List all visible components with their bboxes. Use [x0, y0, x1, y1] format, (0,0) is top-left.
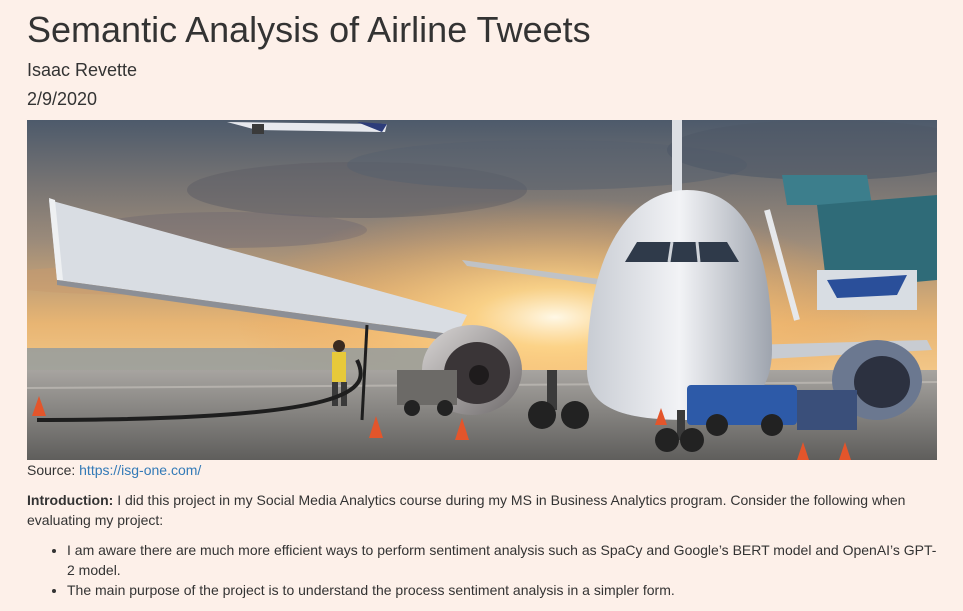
list-item: The main purpose of the project is to un…: [67, 580, 937, 600]
considerations-list: I am aware there are much more efficient…: [27, 540, 937, 600]
intro-label: Introduction:: [27, 492, 114, 508]
hero-image: [27, 120, 937, 460]
page-title: Semantic Analysis of Airline Tweets: [27, 9, 591, 50]
author-name: Isaac Revette: [27, 60, 138, 80]
publish-date: 2/9/2020: [27, 89, 98, 109]
image-source: Source: https://isg-one.com/: [27, 462, 201, 479]
source-label: Source:: [27, 462, 76, 478]
source-link[interactable]: https://isg-one.com/: [79, 462, 201, 478]
airplane-photo: [27, 120, 937, 460]
intro-paragraph: Introduction: I did this project in my S…: [27, 490, 937, 530]
page: Semantic Analysis of Airline Tweets Isaa…: [0, 0, 963, 611]
intro-text: I did this project in my Social Media An…: [27, 492, 906, 528]
list-item: I am aware there are much more efficient…: [67, 540, 937, 580]
